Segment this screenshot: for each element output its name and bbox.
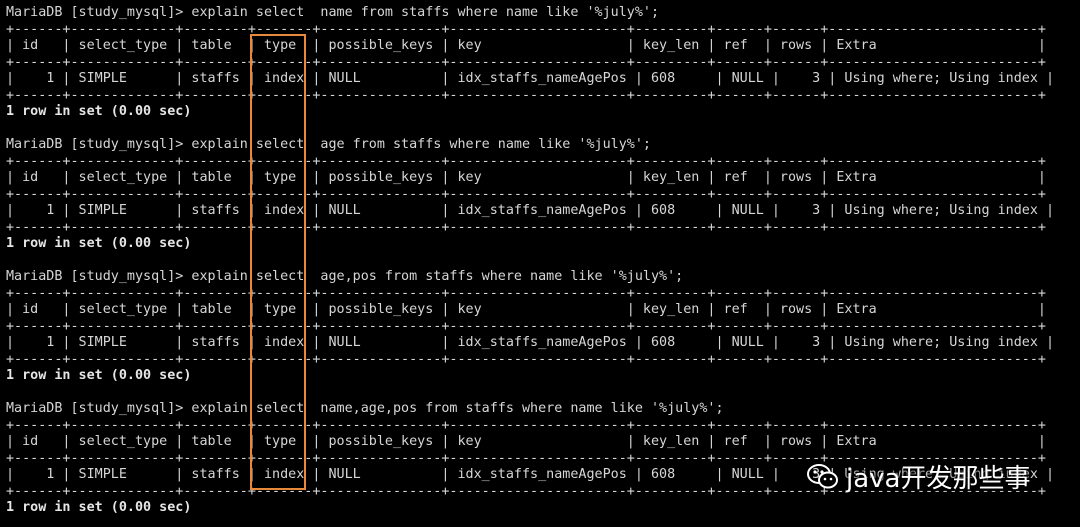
table-row: | 1 | SIMPLE | staffs | index | NULL | i… (6, 71, 1055, 86)
table-border: +------+-------------+--------+-------+-… (6, 318, 1046, 334)
result-summary: 1 row in set (0.00 sec) (6, 500, 192, 515)
table-border: +------+-------------+--------+-------+-… (6, 219, 1046, 235)
result-summary: 1 row in set (0.00 sec) (6, 104, 192, 119)
table-border: +------+-------------+--------+-------+-… (6, 186, 1046, 202)
table-border: +------+-------------+--------+-------+-… (6, 351, 1046, 367)
command-line: MariaDB [study_mysql]> explain select na… (6, 401, 724, 416)
table-header: | id | select_type | table | type | poss… (6, 434, 1046, 449)
table-border: +------+-------------+--------+-------+-… (6, 54, 1046, 70)
watermark-text: java开发那些事 (846, 464, 1031, 494)
table-header: | id | select_type | table | type | poss… (6, 170, 1046, 185)
command-line: MariaDB [study_mysql]> explain select ag… (6, 269, 684, 284)
result-summary: 1 row in set (0.00 sec) (6, 236, 192, 251)
result-summary: 1 row in set (0.00 sec) (6, 368, 192, 383)
table-row: | 1 | SIMPLE | staffs | index | NULL | i… (6, 335, 1055, 350)
terminal-output[interactable]: MariaDB [study_mysql]> explain select na… (6, 5, 1074, 517)
table-border: +------+-------------+--------+-------+-… (6, 87, 1046, 103)
wechat-icon (807, 463, 838, 488)
table-row: | 1 | SIMPLE | staffs | index | NULL | i… (6, 203, 1055, 218)
table-border: +------+-------------+--------+-------+-… (6, 285, 1046, 301)
table-header: | id | select_type | table | type | poss… (6, 38, 1046, 53)
command-line: MariaDB [study_mysql]> explain select ag… (6, 137, 651, 152)
table-header: | id | select_type | table | type | poss… (6, 302, 1046, 317)
command-line: MariaDB [study_mysql]> explain select na… (6, 5, 660, 20)
table-border: +------+-------------+--------+-------+-… (6, 21, 1046, 37)
table-border: +------+-------------+--------+-------+-… (6, 153, 1046, 169)
watermark: java开发那些事 (806, 458, 1030, 495)
table-border: +------+-------------+--------+-------+-… (6, 417, 1046, 433)
